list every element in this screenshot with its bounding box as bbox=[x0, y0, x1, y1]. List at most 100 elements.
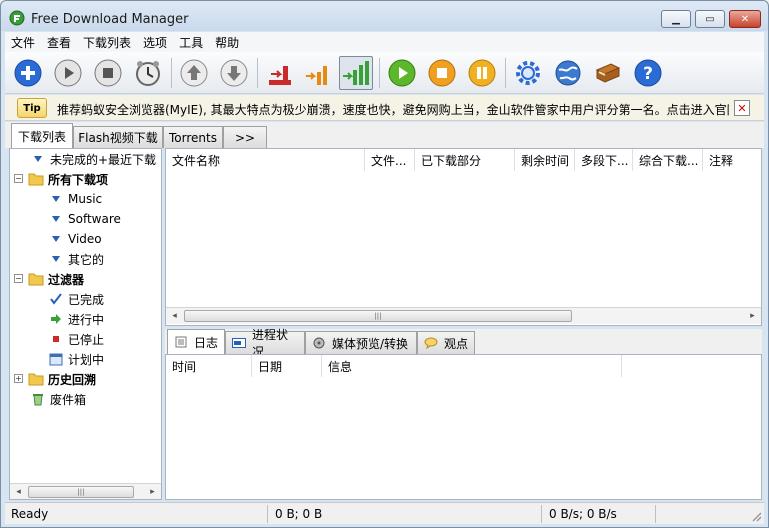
tab-more[interactable]: >> bbox=[223, 126, 267, 148]
scroll-right-icon[interactable]: ▸ bbox=[144, 484, 161, 499]
add-download-button[interactable] bbox=[11, 56, 45, 90]
column-comment[interactable]: 注释 bbox=[703, 149, 761, 171]
tree-item-video[interactable]: Video bbox=[48, 229, 102, 249]
window-title: Free Download Manager bbox=[31, 12, 189, 27]
tab-log[interactable]: 日志 bbox=[167, 329, 225, 354]
scroll-left-icon[interactable]: ◂ bbox=[10, 484, 27, 499]
downloads-list: 文件名称 文件... 已下载部分 剩余时间 多段下... 综合下载... 注释 … bbox=[165, 148, 762, 326]
tab-torrents[interactable]: Torrents bbox=[163, 126, 223, 148]
tree-expander[interactable]: + bbox=[14, 374, 23, 383]
tree-horizontal-scrollbar[interactable]: ◂ ||| ▸ bbox=[10, 483, 161, 499]
recycle-bin-icon bbox=[30, 391, 46, 407]
stop-icon bbox=[94, 59, 122, 87]
move-down-button[interactable] bbox=[217, 56, 251, 90]
community-globe-icon bbox=[555, 60, 581, 86]
stop-button[interactable] bbox=[91, 56, 125, 90]
move-up-button[interactable] bbox=[177, 56, 211, 90]
tab-label: 观点 bbox=[444, 336, 469, 351]
tree-label: 计划中 bbox=[68, 352, 105, 367]
tree-item-in-progress[interactable]: 进行中 bbox=[48, 309, 104, 329]
start-all-button[interactable] bbox=[385, 56, 419, 90]
tab-progress[interactable]: 进程状况 bbox=[225, 328, 305, 359]
pause-all-button[interactable] bbox=[465, 56, 499, 90]
tree-item-other[interactable]: 其它的 bbox=[48, 249, 104, 269]
move-up-icon bbox=[180, 59, 208, 87]
menu-file[interactable]: 文件 bbox=[11, 34, 35, 51]
column-file-size[interactable]: 文件... bbox=[365, 149, 415, 171]
tree-label: 历史回溯 bbox=[48, 372, 97, 387]
checkmark-icon bbox=[48, 291, 64, 307]
community-button[interactable] bbox=[551, 56, 585, 90]
menu-help[interactable]: 帮助 bbox=[215, 34, 239, 51]
tree-label: 已完成 bbox=[68, 292, 105, 307]
tree-item-music[interactable]: Music bbox=[48, 189, 102, 209]
tree-item-history[interactable]: 历史回溯 bbox=[28, 369, 96, 389]
tip-badge: Tip bbox=[17, 98, 47, 118]
scheduler-button[interactable] bbox=[131, 56, 165, 90]
column-time-left[interactable]: 剩余时间 bbox=[515, 149, 575, 171]
menu-tools[interactable]: 工具 bbox=[179, 34, 203, 51]
tree-item-software[interactable]: Software bbox=[48, 209, 121, 229]
minimize-icon: ▁ bbox=[672, 13, 680, 25]
stop-all-icon bbox=[428, 59, 456, 87]
traffic-medium-button[interactable] bbox=[301, 56, 335, 90]
maximize-button[interactable]: ▭ bbox=[695, 10, 725, 28]
tree-item-filters[interactable]: 过滤器 bbox=[28, 269, 84, 289]
tutorial-button[interactable] bbox=[591, 56, 625, 90]
resize-grip-icon[interactable] bbox=[750, 510, 762, 522]
tree-expander[interactable]: − bbox=[14, 274, 23, 283]
folder-icon bbox=[28, 371, 44, 387]
status-size: 0 B; 0 B bbox=[275, 507, 323, 521]
scroll-right-icon[interactable]: ▸ bbox=[744, 308, 761, 324]
tree-label: 其它的 bbox=[68, 252, 105, 267]
scrollbar-thumb[interactable]: ||| bbox=[28, 486, 134, 498]
traffic-low-button[interactable] bbox=[263, 56, 297, 90]
list-horizontal-scrollbar[interactable]: ◂ ||| ▸ bbox=[166, 307, 761, 324]
close-button[interactable]: ✕ bbox=[729, 10, 761, 28]
column-downloaded[interactable]: 已下载部分 bbox=[415, 149, 515, 171]
tree-label: 过滤器 bbox=[48, 272, 85, 287]
minimize-button[interactable]: ▁ bbox=[661, 10, 691, 28]
main-tabs: 下载列表 Flash视频下载 Torrents >> bbox=[5, 122, 764, 148]
traffic-medium-icon bbox=[306, 66, 327, 85]
stop-all-button[interactable] bbox=[425, 56, 459, 90]
start-button[interactable] bbox=[51, 56, 85, 90]
scheduler-clock-icon bbox=[136, 61, 160, 86]
tree-item-completed[interactable]: 已完成 bbox=[48, 289, 104, 309]
tree-item-stopped[interactable]: 已停止 bbox=[48, 329, 104, 349]
tip-close-button[interactable]: ✕ bbox=[734, 100, 750, 116]
tab-opinions[interactable]: 观点 bbox=[417, 331, 475, 354]
menu-options[interactable]: 选项 bbox=[143, 34, 167, 51]
title-bar: Free Download Manager ▁ ▭ ✕ bbox=[1, 1, 768, 31]
menu-view[interactable]: 查看 bbox=[47, 34, 71, 51]
settings-button[interactable] bbox=[511, 56, 545, 90]
tree-item-recent[interactable]: 未完成的+最近下载 bbox=[30, 149, 156, 169]
pause-all-icon bbox=[468, 59, 496, 87]
traffic-high-icon bbox=[343, 61, 369, 85]
tree-item-trash[interactable]: 废件箱 bbox=[30, 389, 86, 409]
column-file-name[interactable]: 文件名称 bbox=[166, 149, 365, 171]
tab-media-preview[interactable]: 媒体预览/转换 bbox=[305, 331, 417, 354]
tab-flash-video[interactable]: Flash视频下载 bbox=[73, 126, 163, 148]
status-bar: Ready 0 B; 0 B 0 B/s; 0 B/s bbox=[5, 502, 764, 524]
menu-downloads[interactable]: 下载列表 bbox=[83, 34, 131, 51]
column-sections[interactable]: 多段下... bbox=[575, 149, 633, 171]
tip-text[interactable]: 推荐蚂蚁安全浏览器(MyIE), 其最大特点为极少崩溃，速度也快，避免网购上当，… bbox=[57, 101, 729, 118]
status-speed: 0 B/s; 0 B/s bbox=[549, 507, 617, 521]
tree-item-all-downloads[interactable]: 所有下载项 bbox=[28, 169, 108, 189]
tip-bar: Tip 推荐蚂蚁安全浏览器(MyIE), 其最大特点为极少崩溃，速度也快，避免网… bbox=[5, 95, 764, 121]
tree-item-scheduled[interactable]: 计划中 bbox=[48, 349, 104, 369]
column-time[interactable]: 时间 bbox=[166, 355, 252, 377]
download-arrow-icon bbox=[48, 211, 64, 227]
column-info[interactable]: 信息 bbox=[322, 355, 622, 377]
traffic-high-button[interactable] bbox=[339, 56, 373, 90]
help-button[interactable]: ? bbox=[631, 56, 665, 90]
move-down-icon bbox=[220, 59, 248, 87]
scrollbar-thumb[interactable]: ||| bbox=[184, 310, 572, 322]
column-speed[interactable]: 综合下载... bbox=[633, 149, 703, 171]
tree-label: 未完成的+最近下载 bbox=[50, 152, 157, 167]
tab-download-list[interactable]: 下载列表 bbox=[11, 123, 73, 148]
tree-expander[interactable]: − bbox=[14, 174, 23, 183]
scroll-left-icon[interactable]: ◂ bbox=[166, 308, 183, 324]
column-date[interactable]: 日期 bbox=[252, 355, 322, 377]
